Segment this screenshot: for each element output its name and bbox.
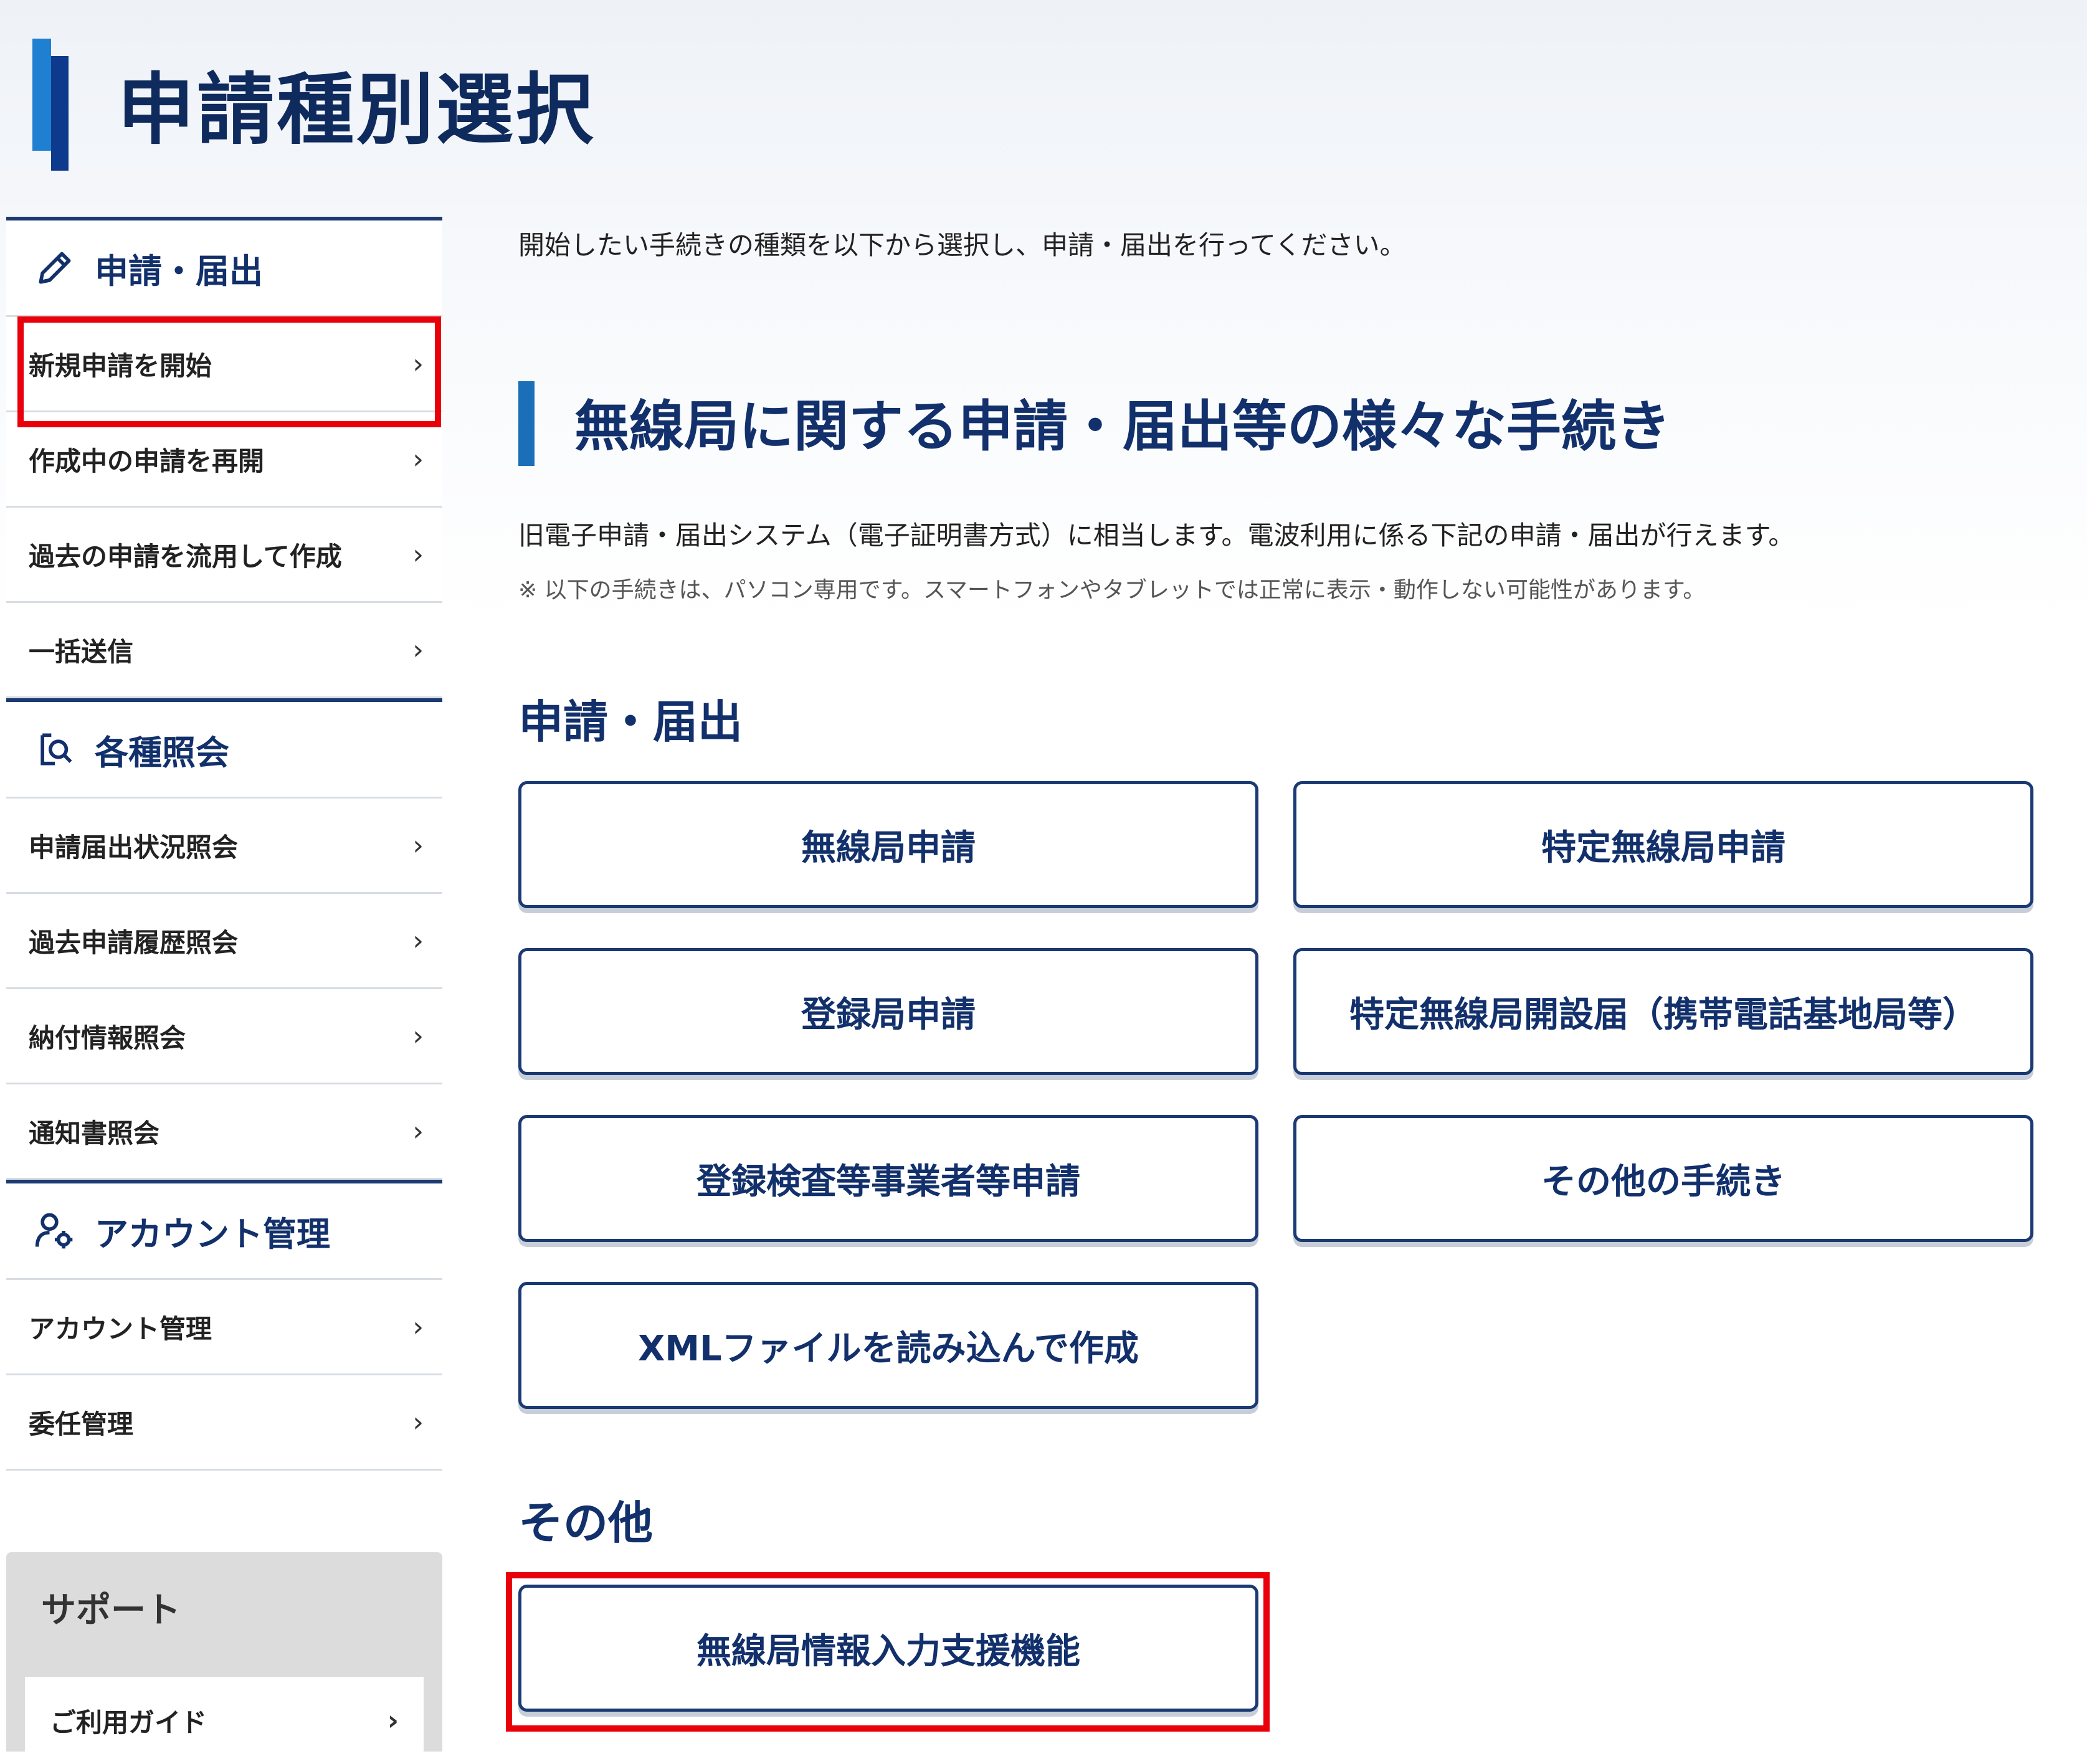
chevron-right-icon: › (412, 1115, 424, 1147)
chevron-right-icon: › (412, 1406, 424, 1438)
inspection-business-application-button[interactable]: 登録検査等事業者等申請 (518, 1115, 1258, 1242)
sidebar-item-new-application[interactable]: 新規申請を開始 › (6, 317, 442, 412)
sidebar-section-inquiry: 各種照会 申請届出状況照会 › 過去申請履歴照会 › 納付情報照会 › 通知書照… (6, 698, 442, 1180)
section-title: 無線局に関する申請・届出等の様々な手続き (574, 394, 1671, 458)
page-title: 申請種別選択 (117, 65, 596, 155)
title-accent-bar (32, 39, 69, 171)
radio-station-application-button[interactable]: 無線局申請 (518, 781, 1258, 908)
apply-heading: 申請・届出 (518, 696, 743, 748)
sidebar-item-label: 過去申請履歴照会 (29, 927, 239, 958)
sidebar-heading-application: 申請・届出 (6, 220, 442, 317)
chevron-right-icon: › (387, 1704, 399, 1737)
sidebar: 申請・届出 新規申請を開始 › 作成中の申請を再開 › 過去の申請を流用して作成… (6, 217, 442, 1471)
sidebar-item-resume-draft[interactable]: 作成中の申請を再開 › (6, 412, 442, 508)
chevron-right-icon: › (412, 348, 424, 380)
pencil-icon (34, 247, 76, 289)
sidebar-item-payment-inquiry[interactable]: 納付情報照会 › (6, 989, 442, 1084)
chevron-right-icon: › (412, 829, 424, 861)
other-procedures-button[interactable]: その他の手続き (1293, 1115, 2033, 1242)
support-heading: サポート (41, 1590, 181, 1631)
sidebar-item-reuse-past[interactable]: 過去の申請を流用して作成 › (6, 508, 442, 603)
document-search-icon (34, 728, 76, 771)
xml-import-button[interactable]: XMLファイルを読み込んで作成 (518, 1282, 1258, 1409)
sidebar-item-label: 新規申請を開始 (29, 350, 212, 381)
registered-station-application-button[interactable]: 登録局申請 (518, 948, 1258, 1075)
chevron-right-icon: › (412, 443, 424, 475)
specified-radio-station-application-button[interactable]: 特定無線局申請 (1293, 781, 2033, 908)
specified-station-opening-notice-button[interactable]: 特定無線局開設届（携帯電話基地局等） (1293, 948, 2033, 1075)
sidebar-item-label: 通知書照会 (29, 1117, 160, 1149)
sidebar-item-label: 一括送信 (29, 636, 134, 667)
sidebar-heading-label: 申請・届出 (95, 251, 263, 291)
other-heading: その他 (518, 1497, 654, 1549)
support-panel: サポート ご利用ガイド › (6, 1552, 442, 1764)
sidebar-heading-inquiry: 各種照会 (6, 702, 442, 799)
sidebar-heading-label: アカウント管理 (95, 1214, 330, 1254)
sidebar-item-notice-inquiry[interactable]: 通知書照会 › (6, 1084, 442, 1180)
sidebar-item-label: 作成中の申請を再開 (29, 445, 265, 477)
sidebar-item-status-inquiry[interactable]: 申請届出状況照会 › (6, 799, 442, 894)
sidebar-heading-account: アカウント管理 (6, 1183, 442, 1280)
support-item-label: ご利用ガイド (50, 1707, 207, 1738)
chevron-right-icon: › (412, 633, 424, 666)
sidebar-section-account: アカウント管理 アカウント管理 › 委任管理 › (6, 1180, 442, 1471)
sidebar-item-label: 委任管理 (29, 1408, 134, 1439)
user-gear-icon (34, 1210, 76, 1252)
sidebar-item-batch-send[interactable]: 一括送信 › (6, 603, 442, 698)
sidebar-heading-label: 各種照会 (95, 733, 229, 772)
section-description: 旧電子申請・届出システム（電子証明書方式）に相当します。電波利用に係る下記の申請… (518, 520, 1795, 551)
chevron-right-icon: › (412, 538, 424, 571)
sidebar-item-label: アカウント管理 (29, 1313, 212, 1344)
section-note: ※ 以下の手続きは、パソコン専用です。スマートフォンやタブレットでは正常に表示・… (518, 577, 1706, 603)
sidebar-item-label: 納付情報照会 (29, 1022, 186, 1053)
chevron-right-icon: › (412, 924, 424, 957)
sidebar-item-delegation-management[interactable]: 委任管理 › (6, 1375, 442, 1471)
intro-text: 開始したい手続きの種類を以下から選択し、申請・届出を行ってください。 (518, 230, 1406, 260)
sidebar-item-account-management[interactable]: アカウント管理 › (6, 1280, 442, 1375)
chevron-right-icon: › (412, 1020, 424, 1052)
chevron-right-icon: › (412, 1311, 424, 1343)
sidebar-item-history-inquiry[interactable]: 過去申請履歴照会 › (6, 894, 442, 989)
section-accent-bar (518, 381, 535, 466)
radio-station-info-input-support-button[interactable]: 無線局情報入力支援機能 (518, 1585, 1258, 1712)
support-item-user-guide[interactable]: ご利用ガイド › (25, 1677, 424, 1764)
sidebar-section-application: 申請・届出 新規申請を開始 › 作成中の申請を再開 › 過去の申請を流用して作成… (6, 217, 442, 698)
sidebar-item-label: 過去の申請を流用して作成 (29, 541, 342, 572)
sidebar-item-label: 申請届出状況照会 (29, 832, 239, 863)
